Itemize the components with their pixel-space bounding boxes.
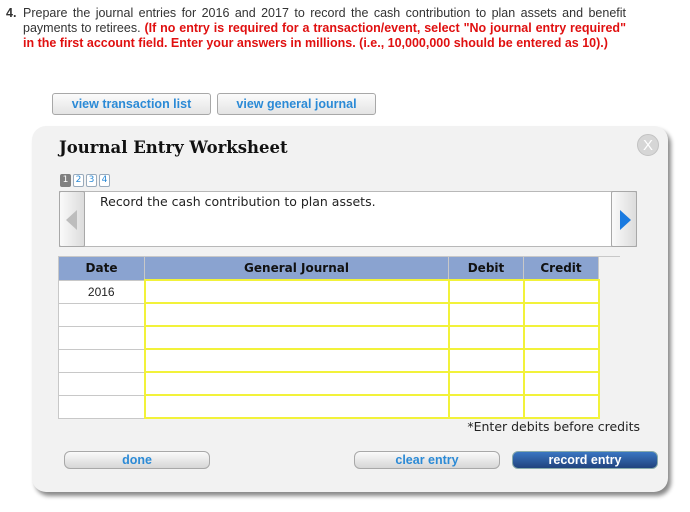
triangle-right-icon xyxy=(620,210,631,230)
record-entry-button[interactable]: record entry xyxy=(512,451,658,469)
credit-input[interactable] xyxy=(522,302,600,327)
account-input[interactable] xyxy=(143,348,450,373)
debit-input[interactable] xyxy=(447,348,525,373)
table-row xyxy=(58,325,600,350)
credit-input[interactable] xyxy=(522,371,600,396)
page-3-button[interactable]: 3 xyxy=(86,174,97,187)
date-cell xyxy=(58,302,145,327)
account-input[interactable] xyxy=(143,371,450,396)
account-input[interactable] xyxy=(143,302,450,327)
table-row xyxy=(58,371,600,396)
journal-entry-worksheet-panel: Journal Entry Worksheet X 1 2 3 4 Record… xyxy=(32,126,668,492)
credit-input[interactable] xyxy=(522,325,600,350)
date-cell xyxy=(58,394,145,419)
close-icon[interactable]: X xyxy=(637,134,659,156)
debit-input[interactable] xyxy=(447,371,525,396)
debit-input[interactable] xyxy=(447,302,525,327)
table-row xyxy=(58,348,600,373)
page-4-button[interactable]: 4 xyxy=(99,174,110,187)
debits-before-credits-note: *Enter debits before credits xyxy=(467,419,640,434)
header-general-journal: General Journal xyxy=(144,256,449,281)
clear-entry-button[interactable]: clear entry xyxy=(354,451,500,469)
account-input[interactable] xyxy=(143,325,450,350)
divider xyxy=(597,256,620,257)
transaction-description: Record the cash contribution to plan ass… xyxy=(100,194,376,209)
view-general-journal-button[interactable]: view general journal xyxy=(217,93,376,115)
page-selector: 1 2 3 4 xyxy=(60,174,110,187)
page-2-button[interactable]: 2 xyxy=(73,174,84,187)
triangle-left-icon xyxy=(66,210,77,230)
question-number: 4. xyxy=(6,6,17,20)
date-cell xyxy=(58,371,145,396)
credit-input[interactable] xyxy=(522,348,600,373)
debit-input[interactable] xyxy=(447,325,525,350)
date-cell xyxy=(58,348,145,373)
table-row xyxy=(58,302,600,327)
header-debit: Debit xyxy=(448,256,524,281)
account-input[interactable] xyxy=(143,394,450,419)
debit-input[interactable] xyxy=(447,279,525,304)
done-button[interactable]: done xyxy=(64,451,210,469)
table-row: 2016 xyxy=(58,279,600,304)
worksheet-title: Journal Entry Worksheet xyxy=(59,138,288,157)
credit-input[interactable] xyxy=(522,394,600,419)
question: 4. Prepare the journal entries for 2016 … xyxy=(6,6,626,51)
debit-input[interactable] xyxy=(447,394,525,419)
date-cell xyxy=(58,325,145,350)
table-row xyxy=(58,394,600,419)
view-transaction-list-button[interactable]: view transaction list xyxy=(52,93,211,115)
credit-input[interactable] xyxy=(522,279,600,304)
table-header-row: Date General Journal Debit Credit xyxy=(58,256,599,281)
account-input[interactable] xyxy=(143,279,450,304)
page-1-button[interactable]: 1 xyxy=(60,174,71,187)
header-date: Date xyxy=(58,256,145,281)
date-cell: 2016 xyxy=(58,279,145,304)
header-credit: Credit xyxy=(523,256,599,281)
previous-transaction-button[interactable] xyxy=(59,191,85,247)
next-transaction-button[interactable] xyxy=(611,191,637,247)
journal-table: Date General Journal Debit Credit 2016 xyxy=(58,256,600,419)
